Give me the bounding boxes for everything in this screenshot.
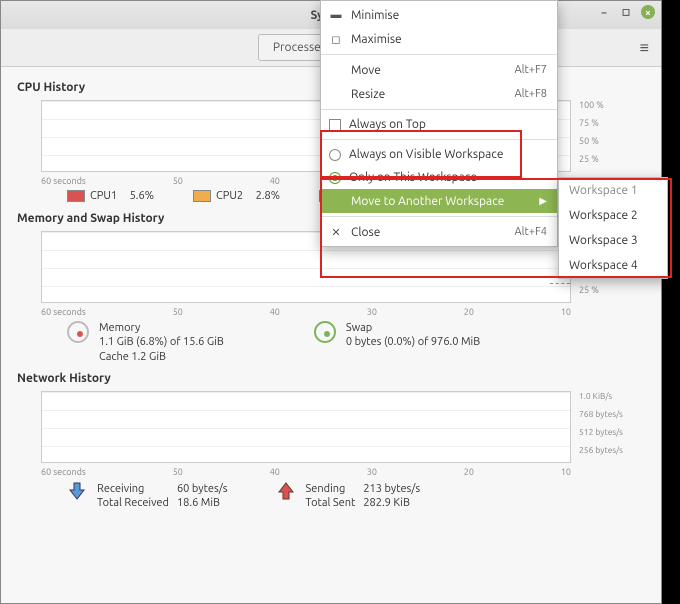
- submenu-workspace-2[interactable]: Workspace 2: [559, 203, 667, 228]
- menu-minimise[interactable]: ▬Minimise: [321, 3, 557, 27]
- swatch-icon: [67, 190, 85, 202]
- send-label: Sending: [306, 483, 362, 495]
- menu-move[interactable]: MoveAlt+F7: [321, 58, 557, 82]
- cache-series-line: [550, 283, 570, 284]
- minimise-icon: ▬: [329, 8, 343, 22]
- send-rate: 213 bytes/s: [363, 483, 426, 495]
- workspace-submenu: Workspace 1 Workspace 2 Workspace 3 Work…: [558, 177, 668, 279]
- receiving-block[interactable]: Receiving60 bytes/s Total Received18.6 M…: [67, 481, 236, 511]
- menu-separator: [321, 139, 557, 140]
- swatch-icon: [193, 190, 211, 202]
- checkbox-icon: [329, 119, 341, 131]
- radio-selected-icon: [329, 172, 341, 184]
- hamburger-icon[interactable]: ≡: [640, 39, 649, 58]
- menu-maximise[interactable]: ◻Maximise: [321, 27, 557, 51]
- menu-separator: [321, 109, 557, 110]
- menu-always-on-top[interactable]: Always on Top: [321, 113, 557, 136]
- sending-block[interactable]: Sending213 bytes/s Total Sent282.9 KiB: [276, 481, 429, 511]
- menu-move-to-workspace[interactable]: Move to Another Workspace▶: [321, 189, 557, 213]
- send-total-label: Total Sent: [306, 497, 362, 509]
- legend-cpu2[interactable]: CPU2 2.8%: [193, 190, 303, 202]
- minimise-icon[interactable]: –: [597, 5, 611, 19]
- window-controls: – ◻ ×: [597, 5, 655, 19]
- swap-usage: 0 bytes (0.0%) of 976.0 MiB: [346, 335, 480, 349]
- window-context-menu: ▬Minimise ◻Maximise MoveAlt+F7 ResizeAlt…: [320, 0, 558, 247]
- radio-icon: [329, 149, 341, 161]
- maximise-icon[interactable]: ◻: [619, 5, 633, 19]
- legend-cpu1[interactable]: CPU1 5.6%: [67, 190, 177, 202]
- swap-label: Swap: [346, 321, 480, 335]
- close-icon: ✕: [329, 225, 343, 239]
- download-arrow-icon: [67, 481, 87, 501]
- recv-rate: 60 bytes/s: [177, 483, 234, 495]
- recv-total: 18.6 MiB: [177, 497, 234, 509]
- send-total: 282.9 KiB: [363, 497, 426, 509]
- net-chart-area: 1.0 KiB/s768 bytes/s512 bytes/s256 bytes…: [41, 391, 645, 481]
- cpu-y-axis: 100 %75 %50 %25 %: [579, 96, 604, 168]
- submenu-workspace-4[interactable]: Workspace 4: [559, 253, 667, 278]
- mem-summary-row: Memory 1.1 GiB (6.8%) of 15.6 GiB Cache …: [67, 321, 645, 364]
- memory-usage: 1.1 GiB (6.8%) of 15.6 GiB: [99, 335, 224, 349]
- submenu-workspace-3[interactable]: Workspace 3: [559, 228, 667, 253]
- memory-label: Memory: [99, 321, 224, 335]
- swap-gauge-icon: [314, 321, 336, 343]
- menu-only-this-workspace[interactable]: Only on This Workspace: [321, 166, 557, 189]
- menu-close[interactable]: ✕CloseAlt+F4: [321, 220, 557, 244]
- upload-arrow-icon: [276, 481, 296, 501]
- memory-block[interactable]: Memory 1.1 GiB (6.8%) of 15.6 GiB Cache …: [67, 321, 224, 364]
- maximise-icon: ◻: [329, 32, 343, 46]
- recv-label: Receiving: [97, 483, 175, 495]
- net-history-title: Network History: [17, 372, 645, 385]
- menu-separator: [321, 216, 557, 217]
- net-chart: [41, 391, 571, 463]
- net-x-axis: 60 seconds5040302010: [41, 467, 571, 477]
- mem-x-axis: 60 seconds5040302010: [41, 307, 571, 317]
- menu-always-visible-workspace[interactable]: Always on Visible Workspace: [321, 143, 557, 166]
- submenu-workspace-1[interactable]: Workspace 1: [559, 178, 667, 203]
- recv-total-label: Total Received: [97, 497, 175, 509]
- close-icon[interactable]: ×: [641, 5, 655, 19]
- menu-separator: [321, 54, 557, 55]
- net-y-axis: 1.0 KiB/s768 bytes/s512 bytes/s256 bytes…: [579, 387, 623, 459]
- memory-cache: Cache 1.2 GiB: [99, 350, 224, 364]
- swap-block[interactable]: Swap 0 bytes (0.0%) of 976.0 MiB: [314, 321, 480, 364]
- net-summary-row: Receiving60 bytes/s Total Received18.6 M…: [67, 481, 645, 511]
- memory-gauge-icon: [67, 321, 89, 343]
- chevron-right-icon: ▶: [539, 195, 547, 207]
- menu-resize[interactable]: ResizeAlt+F8: [321, 82, 557, 106]
